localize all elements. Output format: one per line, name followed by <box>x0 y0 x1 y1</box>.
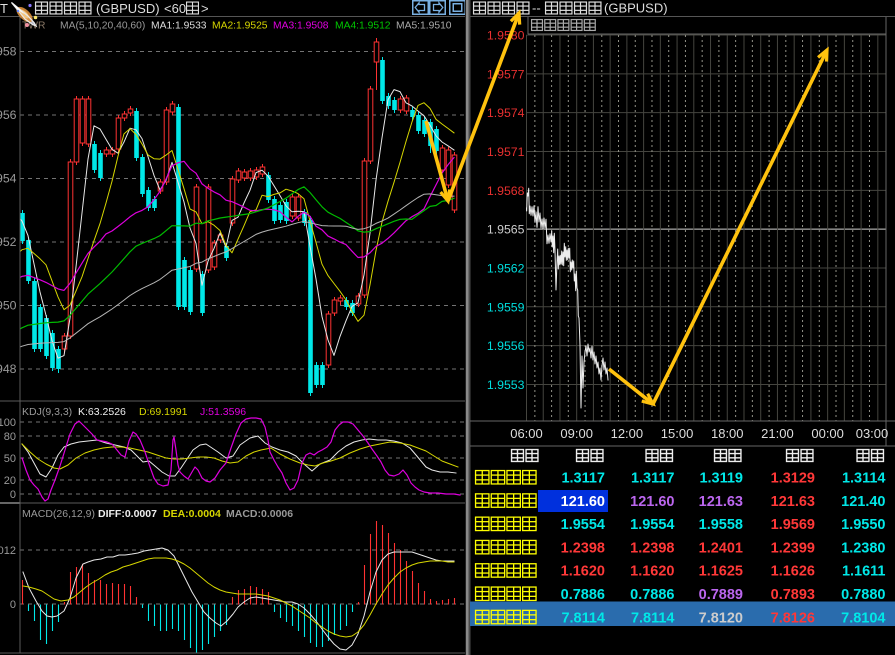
svg-text:MA1:1.9533: MA1:1.9533 <box>151 21 207 32</box>
svg-text:0: 0 <box>10 599 16 611</box>
svg-text:1.948: 1.948 <box>0 362 17 376</box>
svg-text:T: T <box>0 1 8 16</box>
svg-text:MA4:1.9512: MA4:1.9512 <box>335 21 391 32</box>
svg-text:1.2398: 1.2398 <box>630 540 674 556</box>
svg-text:MA(5,10,20,40,60): MA(5,10,20,40,60) <box>60 21 145 32</box>
svg-text:D:69.1991: D:69.1991 <box>139 406 188 418</box>
svg-text:1.2380: 1.2380 <box>841 540 885 556</box>
svg-text:1.3119: 1.3119 <box>699 471 743 487</box>
svg-text:0.7886: 0.7886 <box>561 587 605 603</box>
svg-text:MA5:1.9510: MA5:1.9510 <box>396 21 452 32</box>
svg-text:1.1626: 1.1626 <box>771 564 815 580</box>
svg-text:MA3:1.9508: MA3:1.9508 <box>273 21 329 32</box>
svg-text:09:00: 09:00 <box>560 426 593 441</box>
svg-text:21:00: 21:00 <box>761 426 794 441</box>
svg-text:121.60: 121.60 <box>561 494 605 510</box>
svg-text:7.8104: 7.8104 <box>841 610 885 626</box>
svg-text:7.8114: 7.8114 <box>631 610 675 626</box>
svg-text:50: 50 <box>4 453 16 465</box>
svg-text:121.63: 121.63 <box>771 494 815 510</box>
svg-text:--: -- <box>532 1 541 16</box>
svg-text:7.8126: 7.8126 <box>771 610 815 626</box>
svg-text:KDJ(9,3,3): KDJ(9,3,3) <box>22 406 72 418</box>
svg-text:>: > <box>201 1 209 16</box>
svg-text:1.9571: 1.9571 <box>487 145 525 159</box>
svg-text:1.9569: 1.9569 <box>771 517 815 533</box>
svg-text:1.9565: 1.9565 <box>487 223 525 237</box>
svg-text:1.950: 1.950 <box>0 299 17 313</box>
svg-text:1.9554: 1.9554 <box>561 517 605 533</box>
svg-text:1.9580: 1.9580 <box>487 29 525 43</box>
svg-text:DIFF:0.0007: DIFF:0.0007 <box>98 508 157 520</box>
svg-text:1.3114: 1.3114 <box>842 471 886 487</box>
svg-text:1.9558: 1.9558 <box>699 517 743 533</box>
svg-text:121.63: 121.63 <box>699 494 743 510</box>
svg-text:K:63.2526: K:63.2526 <box>78 406 126 418</box>
svg-text:1.956: 1.956 <box>0 108 17 122</box>
svg-text:1.2401: 1.2401 <box>699 540 743 556</box>
svg-text:12:00: 12:00 <box>611 426 644 441</box>
svg-text:06:00: 06:00 <box>510 426 543 441</box>
svg-text:1.3117: 1.3117 <box>631 471 675 487</box>
svg-text:(GBPUSD): (GBPUSD) <box>96 1 160 16</box>
svg-text:7.8114: 7.8114 <box>561 610 605 626</box>
svg-text:0.7893: 0.7893 <box>771 587 815 603</box>
svg-text:1.958: 1.958 <box>0 45 17 59</box>
svg-text:20: 20 <box>4 475 16 487</box>
svg-text:1.9550: 1.9550 <box>841 517 885 533</box>
svg-text:J:51.3596: J:51.3596 <box>200 406 246 418</box>
svg-text:0.7886: 0.7886 <box>630 587 674 603</box>
svg-text:0.7880: 0.7880 <box>841 587 885 603</box>
svg-text:1.9554: 1.9554 <box>630 517 674 533</box>
svg-text:1.9559: 1.9559 <box>487 300 525 314</box>
svg-text:1.2399: 1.2399 <box>771 540 815 556</box>
svg-text:1.9553: 1.9553 <box>487 378 525 392</box>
svg-text:1.1625: 1.1625 <box>699 564 743 580</box>
svg-text:0.0012: 0.0012 <box>0 545 16 557</box>
svg-text:03:00: 03:00 <box>856 426 889 441</box>
svg-text:00:00: 00:00 <box>811 426 844 441</box>
svg-text:0.7889: 0.7889 <box>699 587 743 603</box>
svg-text:1.1611: 1.1611 <box>842 564 886 580</box>
svg-text:121.40: 121.40 <box>841 494 885 510</box>
svg-text:1.9556: 1.9556 <box>487 339 525 353</box>
svg-text:1.9562: 1.9562 <box>487 261 525 275</box>
svg-text:1.1620: 1.1620 <box>630 564 674 580</box>
svg-text:MA2:1.9525: MA2:1.9525 <box>212 21 268 32</box>
svg-text:1.3117: 1.3117 <box>561 471 605 487</box>
svg-text:7.8120: 7.8120 <box>699 610 743 626</box>
svg-text:1.9568: 1.9568 <box>487 184 525 198</box>
svg-text:15:00: 15:00 <box>661 426 694 441</box>
svg-text:MACD:0.0006: MACD:0.0006 <box>226 508 293 520</box>
svg-text:1.2398: 1.2398 <box>561 540 605 556</box>
svg-text:121.60: 121.60 <box>630 494 674 510</box>
svg-text:(GBPUSD): (GBPUSD) <box>604 1 668 16</box>
svg-text:1.954: 1.954 <box>0 172 17 186</box>
svg-text:1.952: 1.952 <box>0 235 17 249</box>
svg-text:MACD(26,12,9): MACD(26,12,9) <box>22 508 95 520</box>
svg-text:18:00: 18:00 <box>711 426 744 441</box>
svg-text:1.1620: 1.1620 <box>561 564 605 580</box>
svg-text:1.3129: 1.3129 <box>771 471 815 487</box>
svg-text:100: 100 <box>0 417 16 429</box>
svg-text:DEA:0.0004: DEA:0.0004 <box>163 508 221 520</box>
svg-text:<60: <60 <box>164 1 186 16</box>
svg-text:1.9574: 1.9574 <box>487 106 525 120</box>
svg-text:0: 0 <box>10 489 16 501</box>
svg-text:80: 80 <box>4 431 16 443</box>
